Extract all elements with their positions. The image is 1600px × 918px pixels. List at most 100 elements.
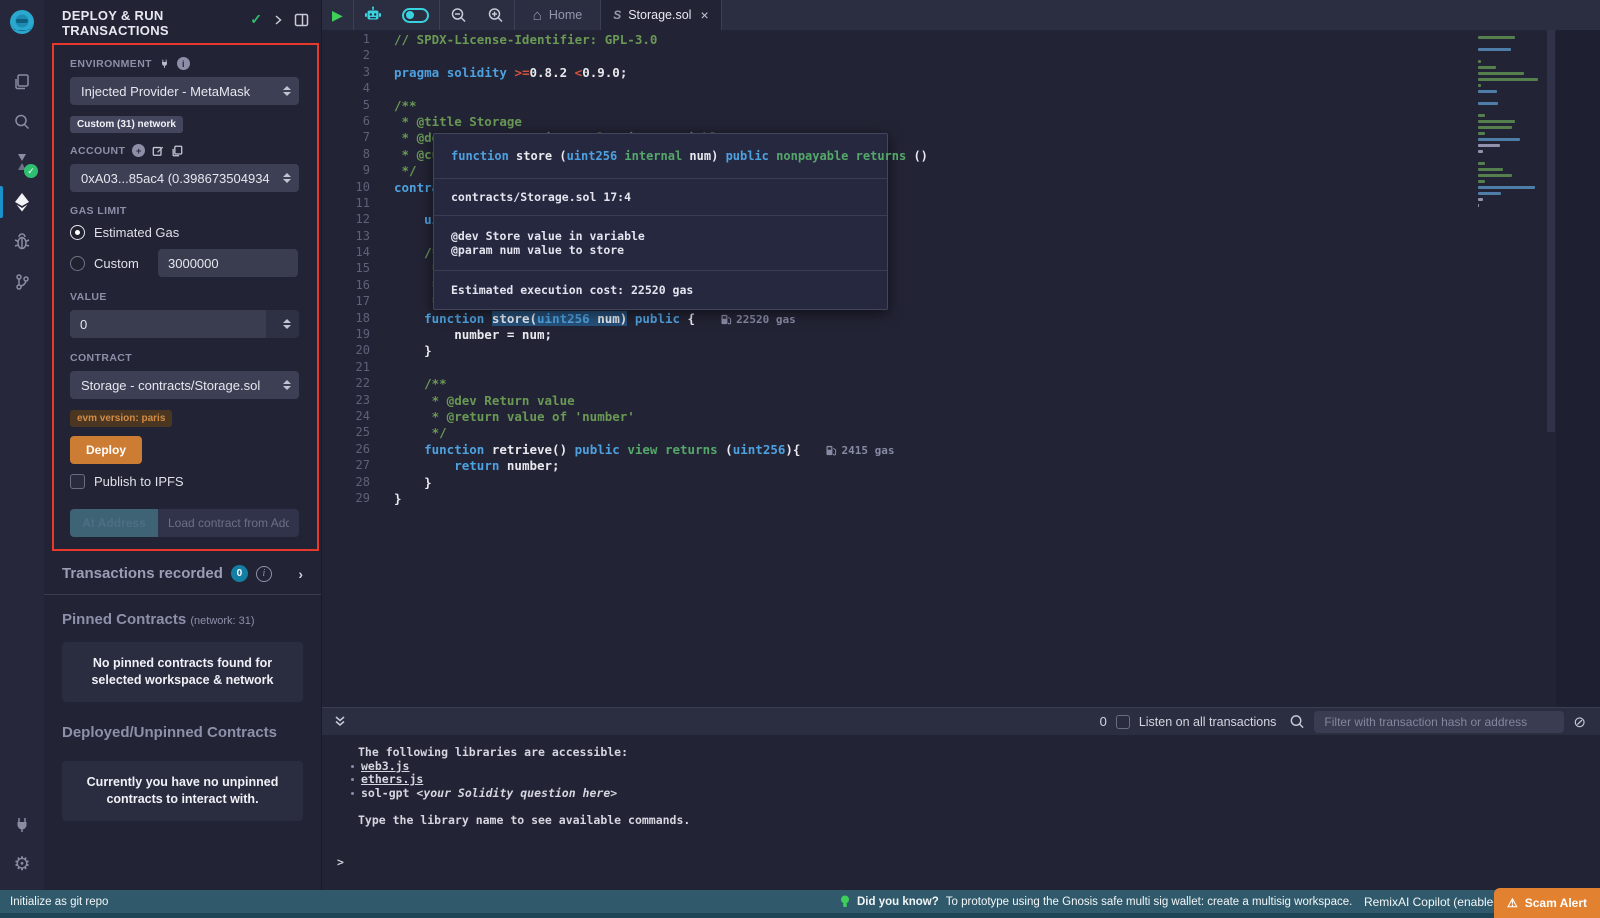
- line-number[interactable]: 25: [322, 425, 374, 441]
- code-line[interactable]: number = num;: [394, 327, 1480, 343]
- line-number[interactable]: 27: [322, 458, 374, 474]
- sidebar-item-plugin-manager[interactable]: [0, 804, 44, 844]
- line-number[interactable]: 13: [322, 229, 374, 245]
- zoom-out-button[interactable]: [440, 0, 477, 30]
- at-address-button[interactable]: At Address: [70, 509, 158, 537]
- terminal-collapse-icon[interactable]: [334, 715, 346, 727]
- code-line[interactable]: }: [394, 343, 1480, 359]
- estimated-gas-radio[interactable]: [70, 225, 85, 240]
- transactions-expand-chevron[interactable]: ›: [298, 566, 303, 582]
- line-number[interactable]: 22: [322, 376, 374, 392]
- code-line[interactable]: function retrieve() public view returns …: [394, 442, 1480, 458]
- line-number[interactable]: 28: [322, 475, 374, 491]
- ai-copilot-button[interactable]: [354, 0, 392, 30]
- sidebar-item-debugger[interactable]: [0, 222, 44, 262]
- editor-scrollbar[interactable]: [1546, 30, 1556, 707]
- at-address-input[interactable]: [158, 509, 299, 537]
- line-number[interactable]: 14: [322, 245, 374, 261]
- init-git-repo-button[interactable]: Initialize as git repo: [10, 896, 108, 908]
- line-number[interactable]: 26: [322, 442, 374, 458]
- listen-all-transactions-checkbox[interactable]: [1116, 715, 1130, 729]
- panel-pin-layout-icon[interactable]: [294, 13, 309, 27]
- value-input[interactable]: [70, 310, 266, 338]
- line-number[interactable]: 5: [322, 98, 374, 114]
- code-line[interactable]: return number;: [394, 458, 1480, 474]
- code-line[interactable]: // SPDX-License-Identifier: GPL-3.0: [394, 32, 1480, 48]
- code-line[interactable]: [394, 360, 1480, 376]
- environment-info-icon[interactable]: i: [177, 57, 190, 70]
- code-line[interactable]: pragma solidity >=0.8.2 <0.9.0;: [394, 65, 1480, 81]
- line-number[interactable]: 21: [322, 360, 374, 376]
- web3-link[interactable]: web3.js: [361, 760, 409, 774]
- code-line[interactable]: * @dev Return value: [394, 393, 1480, 409]
- custom-gas-radio[interactable]: [70, 256, 85, 271]
- publish-ipfs-checkbox[interactable]: [70, 474, 85, 489]
- tab-home[interactable]: ⌂ Home: [515, 0, 600, 30]
- code-line[interactable]: * @return value of 'number': [394, 409, 1480, 425]
- value-unit-select[interactable]: Wei: [266, 310, 299, 338]
- sidebar-item-file-explorer[interactable]: [0, 62, 44, 102]
- line-number[interactable]: 1: [322, 32, 374, 48]
- code-line[interactable]: }: [394, 475, 1480, 491]
- environment-select[interactable]: Injected Provider - MetaMask: [70, 77, 299, 105]
- line-number[interactable]: 24: [322, 409, 374, 425]
- scam-alert-button[interactable]: ⚠ Scam Alert: [1494, 888, 1600, 918]
- deploy-button[interactable]: Deploy: [70, 436, 142, 464]
- code-line[interactable]: */: [394, 425, 1480, 441]
- create-account-icon[interactable]: +: [132, 144, 145, 157]
- panel-expand-chevron-icon[interactable]: [272, 14, 284, 26]
- zoom-in-button[interactable]: [477, 0, 514, 30]
- transaction-filter-input[interactable]: [1314, 711, 1564, 733]
- code-line[interactable]: /**: [394, 376, 1480, 392]
- copilot-toggle[interactable]: [392, 0, 439, 30]
- line-number[interactable]: 15: [322, 261, 374, 277]
- code-line[interactable]: * @title Storage: [394, 114, 1480, 130]
- remix-logo[interactable]: [0, 0, 44, 46]
- line-number[interactable]: 4: [322, 81, 374, 97]
- sidebar-item-solidity-compiler[interactable]: ✓: [0, 142, 44, 182]
- run-script-button[interactable]: ▶: [322, 0, 353, 30]
- sidebar-item-deploy-run[interactable]: [0, 182, 44, 222]
- code-line[interactable]: /**: [394, 98, 1480, 114]
- copilot-status[interactable]: RemixAI Copilot (enabled): [1364, 895, 1504, 909]
- ethers-link[interactable]: ethers.js: [361, 773, 423, 787]
- line-number[interactable]: 3: [322, 65, 374, 81]
- terminal-prompt[interactable]: >: [337, 856, 1600, 870]
- line-number[interactable]: 19: [322, 327, 374, 343]
- contract-select[interactable]: Storage - contracts/Storage.sol: [70, 371, 299, 399]
- clear-console-icon[interactable]: ⊘: [1573, 713, 1586, 731]
- line-number[interactable]: 18: [322, 311, 374, 327]
- line-number[interactable]: 6: [322, 114, 374, 130]
- sidebar-item-git[interactable]: [0, 262, 44, 302]
- code-line[interactable]: function store(uint256 num) public {2252…: [394, 311, 1480, 327]
- line-number[interactable]: 9: [322, 163, 374, 179]
- transactions-info-icon[interactable]: i: [256, 566, 272, 582]
- line-number[interactable]: 11: [322, 196, 374, 212]
- line-number[interactable]: 23: [322, 393, 374, 409]
- environment-plug-icon[interactable]: [159, 58, 170, 69]
- code-editor[interactable]: 1234567891011121314151617181920212223242…: [322, 30, 1600, 707]
- sidebar-item-settings[interactable]: ⚙: [0, 844, 44, 884]
- copy-account-icon[interactable]: [171, 145, 183, 157]
- minimap[interactable]: [1478, 36, 1542, 210]
- line-number[interactable]: 12: [322, 212, 374, 228]
- code-line[interactable]: [394, 81, 1480, 97]
- custom-gas-input[interactable]: [158, 249, 298, 277]
- line-number[interactable]: 16: [322, 278, 374, 294]
- line-number[interactable]: 7: [322, 130, 374, 146]
- tab-storage-sol[interactable]: S Storage.sol ×: [601, 0, 720, 30]
- close-tab-icon[interactable]: ×: [700, 7, 708, 23]
- scrollbar-thumb[interactable]: [1547, 30, 1555, 432]
- terminal-output[interactable]: The following libraries are accessible: …: [322, 735, 1600, 890]
- edit-account-icon[interactable]: [152, 145, 164, 157]
- line-number[interactable]: 10: [322, 180, 374, 196]
- code-line[interactable]: [394, 48, 1480, 64]
- line-number[interactable]: 17: [322, 294, 374, 310]
- line-number[interactable]: 8: [322, 147, 374, 163]
- code-line[interactable]: }: [394, 491, 1480, 507]
- sidebar-item-search[interactable]: [0, 102, 44, 142]
- line-number[interactable]: 2: [322, 48, 374, 64]
- account-select[interactable]: 0xA03...85ac4 (0.398673504934: [70, 164, 299, 192]
- line-number[interactable]: 20: [322, 343, 374, 359]
- line-number[interactable]: 29: [322, 491, 374, 507]
